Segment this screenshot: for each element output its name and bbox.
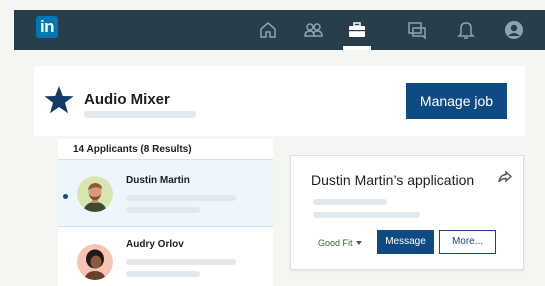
profile-icon[interactable] [503, 19, 525, 41]
share-icon[interactable] [497, 169, 513, 185]
applicant-name: Audry Orlov [126, 239, 184, 250]
applicants-count-header: 14 Applicants (8 Results) [58, 139, 273, 160]
network-icon[interactable] [302, 19, 324, 41]
job-subtitle-placeholder [84, 111, 196, 118]
home-icon[interactable] [257, 19, 279, 41]
manage-job-button[interactable]: Manage job [406, 83, 507, 119]
notifications-icon[interactable] [455, 19, 477, 41]
application-detail-placeholder [313, 199, 387, 205]
applicant-detail-placeholder [126, 259, 236, 265]
star-icon [43, 84, 75, 116]
job-header-card: Audio Mixer Manage job [34, 66, 525, 136]
messaging-icon[interactable] [406, 19, 428, 41]
linkedin-logo[interactable]: in [36, 16, 58, 38]
more-button[interactable]: More... [439, 230, 496, 254]
applicant-row-audry-orlov[interactable]: Audry Orlov [58, 227, 273, 286]
job-title: Audio Mixer [84, 91, 170, 108]
applicant-detail-placeholder [126, 195, 236, 201]
applicant-row-dustin-martin[interactable]: Dustin Martin [58, 160, 273, 226]
caret-down-icon[interactable] [356, 241, 362, 245]
applicants-list: 14 Applicants (8 Results) Dustin Martin [58, 139, 273, 286]
left-margin [0, 0, 14, 286]
applicant-detail-placeholder [126, 207, 200, 213]
top-navbar: in [14, 10, 545, 50]
application-card: Dustin Martin’s application Good Fit Mes… [290, 155, 524, 270]
dustin-avatar [77, 176, 113, 212]
jobs-icon[interactable] [346, 19, 368, 41]
applicant-detail-placeholder [126, 271, 200, 277]
applicant-name: Dustin Martin [126, 175, 190, 186]
audry-avatar [77, 244, 113, 280]
active-tab-indicator [343, 46, 371, 50]
fit-rating-dropdown[interactable]: Good Fit [318, 238, 353, 248]
selected-indicator-dot [63, 194, 68, 199]
application-detail-placeholder [313, 212, 420, 218]
message-button[interactable]: Message [377, 230, 434, 254]
application-title: Dustin Martin’s application [311, 172, 475, 188]
